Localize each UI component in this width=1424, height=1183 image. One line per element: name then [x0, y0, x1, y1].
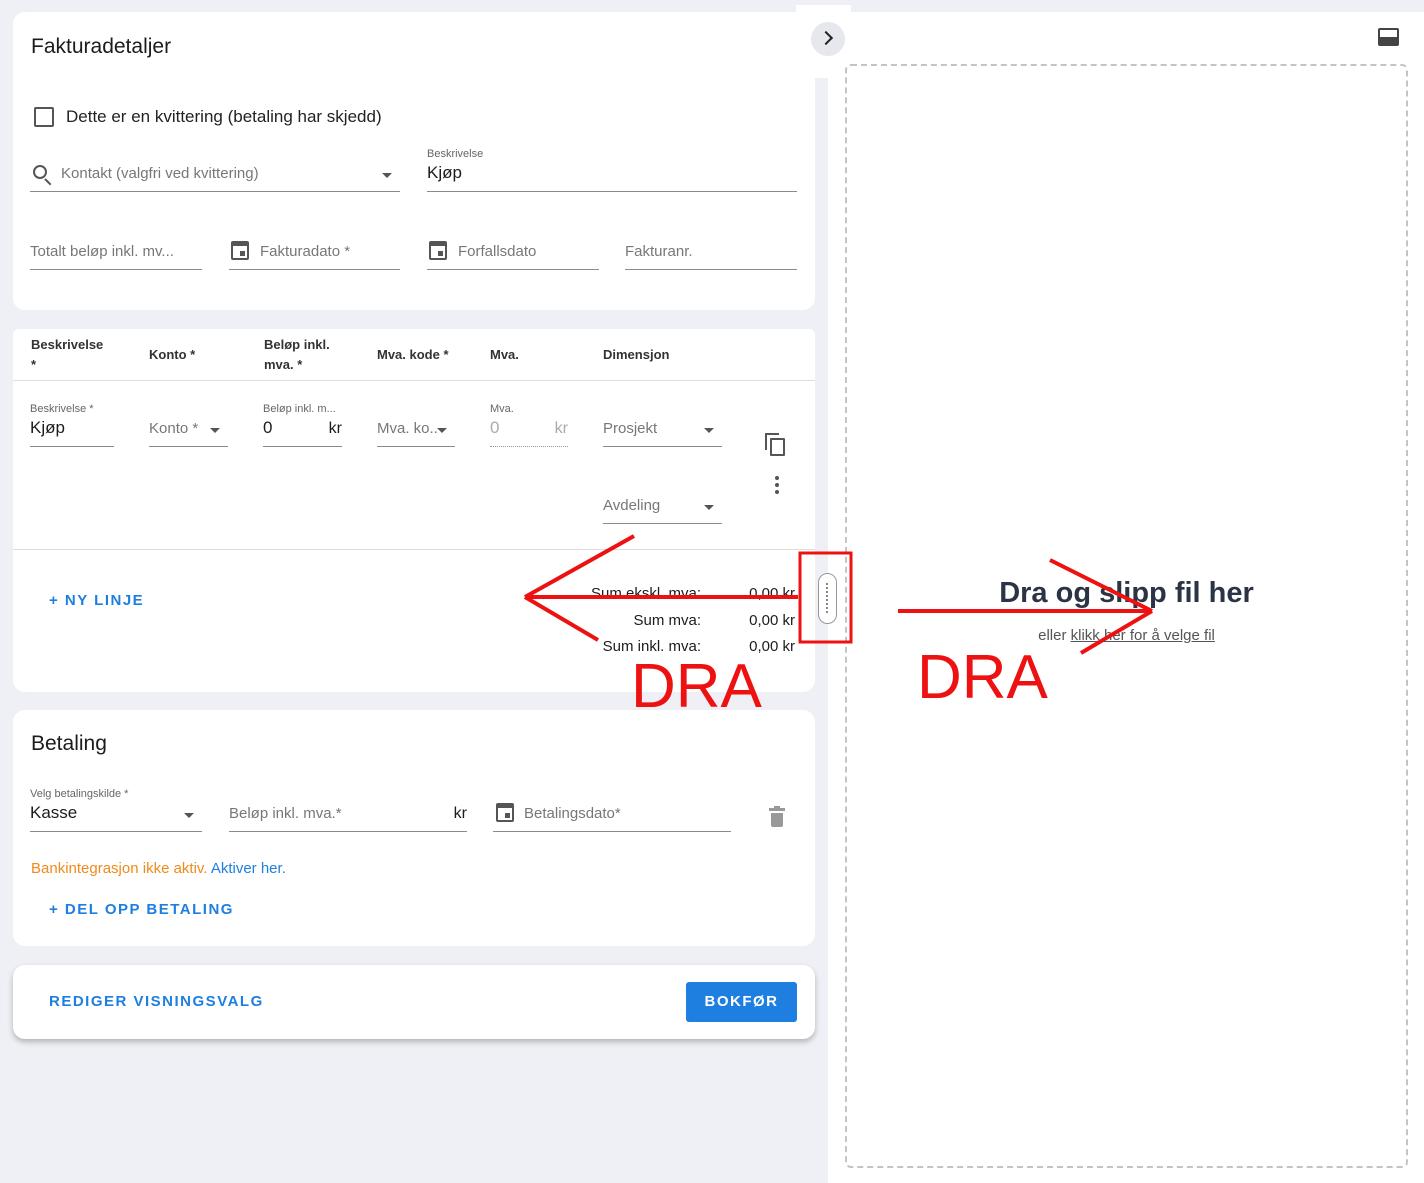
annotation-left-text: DRA [631, 652, 762, 721]
annotation-highlight-box [798, 551, 853, 644]
annotation-right-arrow-head-bottom [1079, 609, 1154, 655]
annotation-left-arrow-head-bottom [523, 595, 600, 642]
annotation-right-arrow-head-top [1049, 558, 1153, 613]
annotation-left-arrow-head-top [524, 534, 635, 599]
annotation-right-text: DRA [917, 643, 1048, 712]
annotation-overlay [523, 534, 1154, 655]
